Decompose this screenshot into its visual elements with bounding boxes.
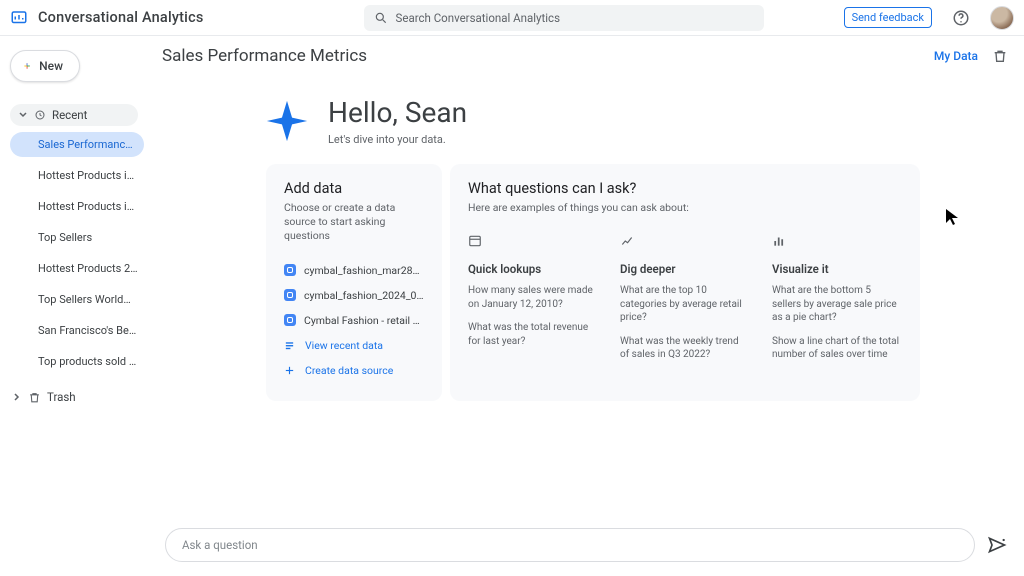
plus-icon [284,365,295,376]
main-panel: Sales Performance Metrics My Data Hello,… [150,36,1024,576]
questions-card: What questions can I ask? Here are examp… [450,164,920,401]
example-question[interactable]: What are the bottom 5 sellers by average… [772,284,902,325]
datasource-icon [284,289,296,301]
ask-input[interactable]: Ask a question [165,528,975,562]
add-data-desc: Choose or create a data source to start … [284,201,424,244]
sidebar-item[interactable]: Top Sellers [10,225,144,250]
app-logo-icon [10,9,28,27]
create-data-source-link[interactable]: Create data source [284,358,424,383]
send-icon[interactable] [987,535,1007,555]
example-question[interactable]: How many sales were made on January 12, … [468,284,598,311]
trash-section[interactable]: Trash [10,386,144,408]
add-data-card: Add data Choose or create a data source … [266,164,442,401]
data-source-item[interactable]: cymbal_fashion_2024_03_28 [284,283,424,308]
search-input[interactable]: Search Conversational Analytics [364,5,764,31]
delete-icon[interactable] [992,48,1008,64]
page-title: Sales Performance Metrics [162,46,367,66]
ask-bar: Ask a question [165,528,1007,562]
avatar[interactable] [990,6,1014,30]
dig-icon [620,234,634,248]
data-source-item[interactable]: cymbal_fashion_mar28_2024… [284,258,424,283]
example-question[interactable]: What was the total revenue for last year… [468,321,598,348]
search-placeholder: Search Conversational Analytics [396,11,561,25]
sparkle-icon [266,100,308,142]
lookup-icon [468,234,482,248]
sidebar-item[interactable]: San Francisco's Best Se… [10,318,144,343]
chevron-right-icon [12,392,22,402]
questions-heading: What questions can I ask? [468,180,902,197]
example-question[interactable]: Show a line chart of the total number of… [772,335,902,362]
hero-subtitle: Let's dive into your data. [328,133,467,146]
datasource-icon [284,314,296,326]
hero: Hello, Sean Let's dive into your data. [266,96,1008,146]
sidebar-item[interactable]: Top products sold in Ma… [10,349,144,374]
help-icon[interactable] [952,9,970,27]
sidebar-item[interactable]: Hottest Products in Mar… [10,194,144,219]
trash-icon [28,391,41,404]
questions-desc: Here are examples of things you can ask … [468,201,902,215]
plus-icon [23,58,31,74]
recent-section-header[interactable]: Recent [10,104,138,126]
clock-icon [34,109,46,121]
question-column-dig: Dig deeper What are the top 10 categorie… [620,233,750,372]
send-feedback-button[interactable]: Send feedback [844,7,932,28]
datasource-icon [284,264,296,276]
chevron-down-icon [18,110,28,120]
hero-greeting: Hello, Sean [328,96,467,129]
list-icon [284,340,295,351]
cursor-icon [945,208,959,226]
data-source-item[interactable]: Cymbal Fashion - retail sales … [284,308,424,333]
add-data-heading: Add data [284,180,424,197]
sidebar: New Recent Sales Performance Met… Hottes… [0,36,150,576]
sidebar-item[interactable]: Sales Performance Met… [10,132,144,157]
trash-label: Trash [47,390,76,404]
question-column-visualize: Visualize it What are the bottom 5 selle… [772,233,902,372]
sidebar-item[interactable]: Top Sellers Worldwide [10,287,144,312]
question-column-quick: Quick lookups How many sales were made o… [468,233,598,372]
my-data-link[interactable]: My Data [934,49,978,63]
example-question[interactable]: What are the top 10 categories by averag… [620,284,750,325]
example-question[interactable]: What was the weekly trend of sales in Q3… [620,335,750,362]
search-icon [374,11,388,25]
ask-placeholder: Ask a question [182,538,258,552]
chart-icon [772,234,786,248]
new-button-label: New [39,59,63,73]
view-recent-data-link[interactable]: View recent data [284,333,424,358]
sidebar-item[interactable]: Hottest Products 2024-… [10,256,144,281]
app-title: Conversational Analytics [38,9,204,26]
app-header: Conversational Analytics Search Conversa… [0,0,1024,36]
new-button[interactable]: New [10,50,80,82]
recent-label: Recent [52,108,87,122]
sidebar-item[interactable]: Hottest Products in Mar… [10,163,144,188]
